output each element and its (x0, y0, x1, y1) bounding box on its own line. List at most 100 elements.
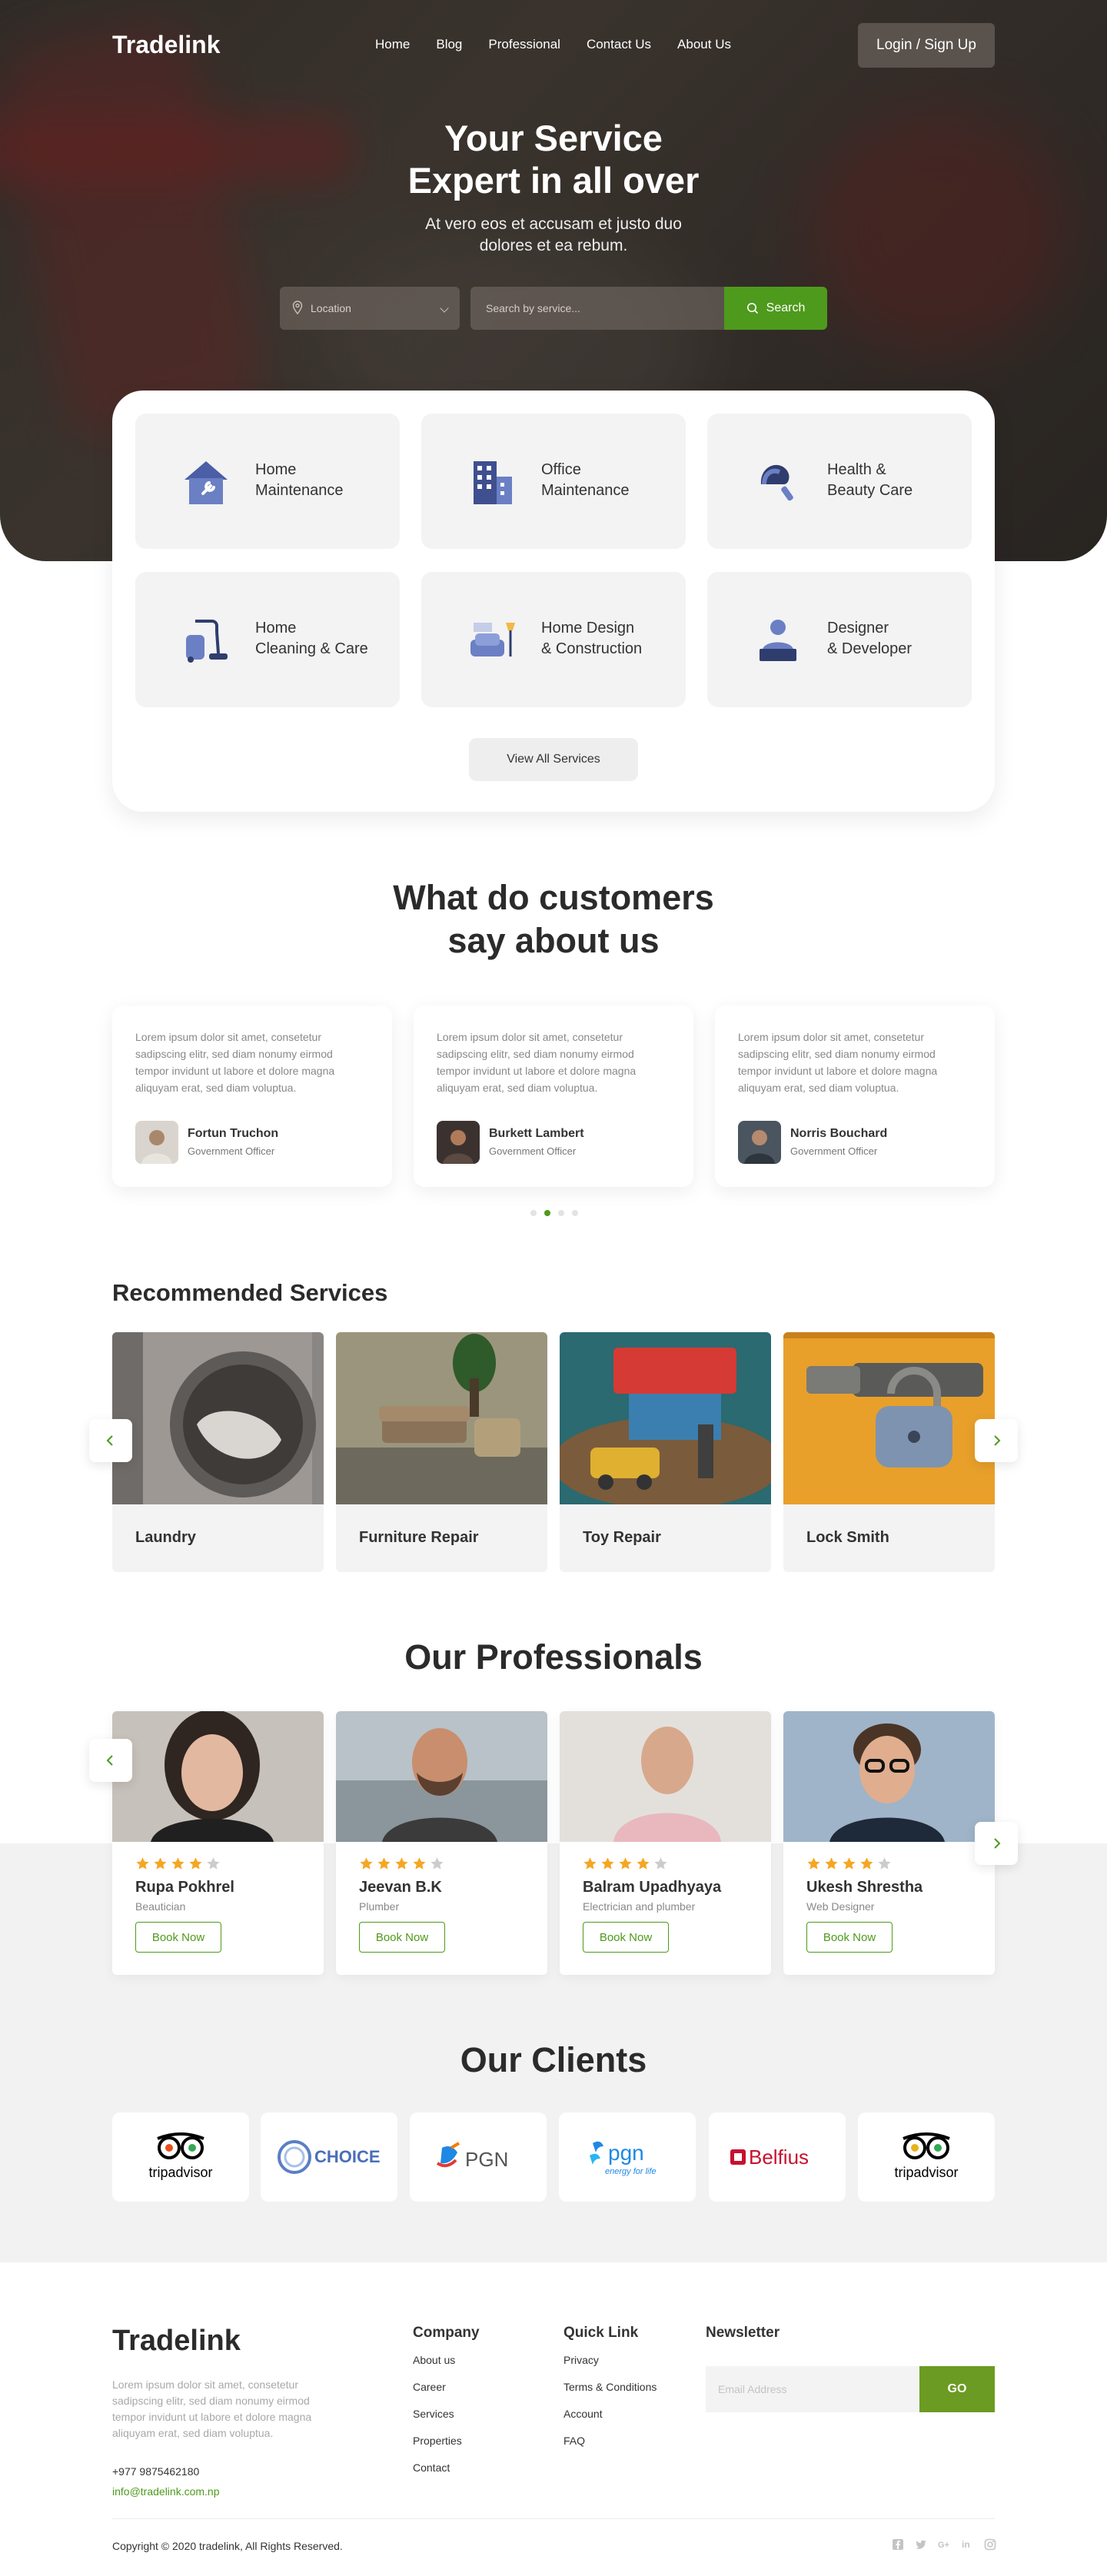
client-logo-tripadvisor-2[interactable]: tripadvisor (858, 2112, 995, 2202)
professional-card: Balram Upadhyaya Electrician and plumber… (560, 1711, 771, 1975)
book-now-button[interactable]: Book Now (359, 1922, 445, 1953)
nav-professional[interactable]: Professional (488, 37, 560, 52)
google-plus-icon[interactable]: G+ (938, 2538, 950, 2551)
office-building-icon (474, 461, 512, 504)
chevron-left-icon (106, 1435, 113, 1446)
star-filled-icon (619, 1857, 632, 1870)
footer-link-properties[interactable]: Properties (413, 2435, 480, 2447)
linkedin-icon[interactable]: in (961, 2538, 973, 2551)
footer-email[interactable]: info@tradelink.com.np (112, 2485, 220, 2498)
star-filled-icon (637, 1857, 650, 1870)
twitter-icon[interactable] (915, 2538, 927, 2551)
service-office-maintenance[interactable]: Office Maintenance (421, 414, 686, 549)
book-now-button[interactable]: Book Now (806, 1922, 893, 1953)
client-logo-choice[interactable]: CHOICE (261, 2112, 397, 2202)
recommended-card[interactable]: Toy Repair (560, 1332, 771, 1572)
professionals-next-button[interactable] (975, 1822, 1018, 1865)
login-signup-button[interactable]: Login / Sign Up (858, 23, 995, 68)
book-now-button[interactable]: Book Now (583, 1922, 669, 1953)
avatar (738, 1121, 781, 1164)
footer-link-about[interactable]: About us (413, 2354, 480, 2366)
professional-photo (783, 1711, 995, 1842)
client-logo-text: PGN (465, 2148, 508, 2171)
footer-link-faq[interactable]: FAQ (563, 2435, 657, 2447)
rating-stars (135, 1856, 221, 1871)
choice-logo: CHOICE (278, 2140, 381, 2174)
toy-image (560, 1332, 771, 1504)
footer-phone[interactable]: +977 9875462180 (112, 2465, 199, 2478)
client-logo-pgn[interactable]: PGN (410, 2112, 547, 2202)
professional-photo (336, 1711, 547, 1842)
recommended-title: Recommended Services (112, 1279, 388, 1306)
star-filled-icon (395, 1857, 408, 1870)
nav-contact[interactable]: Contact Us (587, 37, 651, 52)
footer-link-terms[interactable]: Terms & Conditions (563, 2381, 657, 2393)
professional-role: Web Designer (806, 1900, 875, 1913)
footer-link-contact[interactable]: Contact (413, 2461, 480, 2474)
book-now-button[interactable]: Book Now (135, 1922, 221, 1953)
footer-link-privacy[interactable]: Privacy (563, 2354, 657, 2366)
footer-link-services[interactable]: Services (413, 2408, 480, 2420)
service-designer-developer[interactable]: Designer & Developer (707, 572, 972, 707)
recommended-prev-button[interactable] (89, 1419, 132, 1462)
professional-card: Rupa Pokhrel Beautician Book Now (112, 1711, 324, 1975)
star-filled-icon (825, 1857, 838, 1870)
recommended-card[interactable]: Lock Smith (783, 1332, 995, 1572)
house-wrench-icon (184, 461, 228, 504)
newsletter-email-input[interactable] (706, 2366, 919, 2412)
nav-about[interactable]: About Us (677, 37, 731, 52)
footer-brand[interactable]: Tradelink (112, 2325, 241, 2358)
developer-laptop-icon (760, 620, 796, 661)
footer-link-account[interactable]: Account (563, 2408, 657, 2420)
search-button-label: Search (766, 301, 806, 314)
client-logo-belfius[interactable]: Belfius (709, 2112, 846, 2202)
star-empty-icon (430, 1857, 444, 1870)
service-label: Home Design & Construction (541, 620, 643, 657)
recommended-card[interactable]: Laundry (112, 1332, 324, 1572)
service-health-beauty[interactable]: Health & Beauty Care (707, 414, 972, 549)
instagram-icon[interactable] (984, 2538, 996, 2551)
footer-column-title: Quick Link (563, 2325, 639, 2341)
recommended-card[interactable]: Furniture Repair (336, 1332, 547, 1572)
footer-divider (112, 2518, 995, 2519)
recommended-next-button[interactable] (975, 1419, 1018, 1462)
star-filled-icon (377, 1857, 391, 1870)
star-filled-icon (601, 1857, 614, 1870)
view-all-services-button[interactable]: View All Services (469, 738, 638, 781)
carousel-dot[interactable] (530, 1210, 537, 1216)
client-logo-tripadvisor[interactable]: tripadvisor (112, 2112, 249, 2202)
professionals-title: Our Professionals (404, 1637, 703, 1677)
social-links: G+ in (892, 2538, 996, 2551)
hero-subtitle: At vero eos et accusam et justo duo dolo… (425, 215, 682, 254)
nav-home[interactable]: Home (375, 37, 410, 52)
professionals-prev-button[interactable] (89, 1739, 132, 1782)
footer-link-career[interactable]: Career (413, 2381, 480, 2393)
recommended-label: Laundry (135, 1529, 196, 1546)
service-search-input[interactable] (470, 287, 726, 330)
carousel-dot[interactable] (558, 1210, 564, 1216)
location-select[interactable]: Location (280, 287, 460, 330)
star-filled-icon (807, 1857, 820, 1870)
main-menu: Home Blog Professional Contact Us About … (375, 37, 731, 52)
rating-stars (359, 1856, 444, 1871)
service-label: Office Maintenance (541, 461, 630, 499)
top-nav: Tradelink Home Blog Professional Contact… (112, 23, 995, 69)
search-button[interactable]: Search (724, 287, 827, 330)
testimonial-card: Lorem ipsum dolor sit amet, consetetur s… (715, 1005, 995, 1187)
nav-blog[interactable]: Blog (436, 37, 462, 52)
service-home-design[interactable]: Home Design & Construction (421, 572, 686, 707)
client-logo-pgn-energy[interactable]: pgn energy for life (559, 2112, 696, 2202)
carousel-dot-active[interactable] (544, 1210, 550, 1216)
star-empty-icon (654, 1857, 667, 1870)
newsletter-go-button[interactable]: GO (919, 2366, 995, 2412)
star-filled-icon (583, 1857, 597, 1870)
carousel-dot[interactable] (572, 1210, 578, 1216)
service-home-maintenance[interactable]: Home Maintenance (135, 414, 400, 549)
service-home-cleaning[interactable]: Home Cleaning & Care (135, 572, 400, 707)
brand-logo[interactable]: Tradelink (112, 31, 221, 59)
service-label: Home Maintenance (255, 461, 344, 499)
location-placeholder: Location (311, 302, 351, 314)
star-filled-icon (860, 1857, 873, 1870)
service-label: Home Cleaning & Care (255, 620, 368, 657)
facebook-icon[interactable] (892, 2538, 904, 2551)
